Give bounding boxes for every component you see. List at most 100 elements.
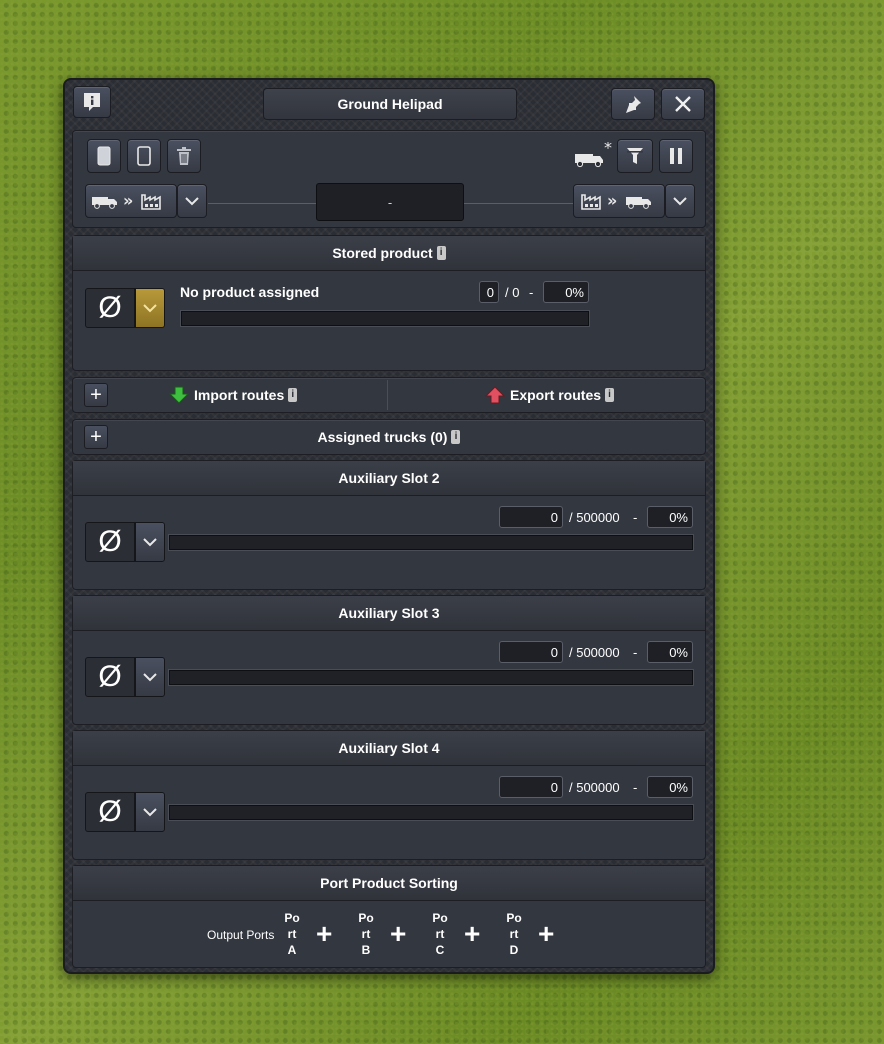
chevron-down-icon: [185, 197, 199, 206]
svg-text:»: »: [123, 191, 133, 210]
aux-amount-field[interactable]: 0: [499, 641, 563, 663]
aux-progress-bar: [169, 670, 693, 685]
port-b-label: Po rt B: [355, 910, 377, 958]
add-port-b-product-button[interactable]: +: [390, 920, 406, 948]
port-label-line: Po: [284, 911, 300, 925]
truck-settings-button[interactable]: *: [573, 139, 613, 173]
unload-mode-selector[interactable]: »: [85, 184, 177, 218]
info-bubble-icon: [84, 93, 100, 111]
chevron-down-icon: [673, 197, 687, 206]
assigned-trucks-label: Assigned trucks (0): [317, 429, 448, 445]
port-c-label: Po rt C: [429, 910, 451, 958]
aux-product-dropdown[interactable]: [135, 657, 165, 697]
port-label-line: rt: [361, 927, 371, 941]
aux-slot-4-panel: Auxiliary Slot 4 Ø 0 / 500000 - 0%: [72, 730, 706, 860]
svg-text:*: *: [604, 142, 612, 157]
chevron-down-icon: [143, 538, 157, 547]
aux-percent-field[interactable]: 0%: [647, 776, 693, 798]
no-product-icon: Ø: [98, 525, 122, 558]
info-button[interactable]: [73, 86, 111, 118]
window-title: Ground Helipad: [263, 88, 517, 120]
product-selector[interactable]: Ø: [85, 288, 135, 328]
add-port-c-product-button[interactable]: +: [464, 920, 480, 948]
delete-button[interactable]: [167, 139, 201, 173]
aux-product-selector[interactable]: Ø: [85, 792, 135, 832]
pause-button[interactable]: [659, 139, 693, 173]
port-label-line: A: [287, 943, 297, 957]
aux-capacity: / 500000: [569, 645, 620, 660]
truck-wildcard-icon: *: [575, 142, 612, 168]
filter-icon: [627, 148, 643, 164]
aux-percent-field[interactable]: 0%: [647, 506, 693, 528]
pin-icon: [626, 96, 641, 113]
aux-dash: -: [633, 510, 638, 525]
aux-amount-field[interactable]: 0: [499, 776, 563, 798]
product-dropdown[interactable]: [135, 288, 165, 328]
info-icon[interactable]: i: [451, 430, 461, 444]
port-label-line: rt: [287, 927, 297, 941]
aux-slot-title: Auxiliary Slot 3: [338, 605, 440, 621]
port-label-line: D: [509, 943, 519, 957]
load-mode-selector[interactable]: »: [573, 184, 665, 218]
port-label-line: Po: [506, 911, 522, 925]
plus-icon: +: [390, 918, 407, 949]
export-routes[interactable]: Export routes i: [485, 386, 615, 404]
unload-mode-dropdown[interactable]: [177, 184, 207, 218]
route-divider: [387, 380, 388, 410]
document-icon: [137, 146, 151, 166]
plus-icon: +: [90, 426, 102, 448]
stored-product-panel: Stored product i Ø No product assigned 0…: [72, 235, 706, 371]
aux-product-dropdown[interactable]: [135, 792, 165, 832]
info-icon[interactable]: i: [436, 246, 446, 260]
trash-icon: [177, 147, 191, 165]
load-mode-dropdown[interactable]: [665, 184, 695, 218]
import-routes[interactable]: Import routes i: [169, 386, 298, 404]
plus-icon: +: [90, 384, 102, 406]
routes-panel: + Import routes i Export routes i: [72, 377, 706, 413]
aux-amount-field[interactable]: 0: [499, 506, 563, 528]
chevron-down-icon: [143, 304, 157, 313]
aux-product-selector[interactable]: Ø: [85, 522, 135, 562]
port-sorting-title: Port Product Sorting: [320, 875, 458, 891]
stored-product-header: Stored product i: [73, 236, 705, 271]
aux-product-selector[interactable]: Ø: [85, 657, 135, 697]
no-product-icon: Ø: [98, 291, 122, 324]
add-port-d-product-button[interactable]: +: [538, 920, 554, 948]
aux-progress-bar: [169, 535, 693, 550]
filter-button[interactable]: [617, 139, 653, 173]
info-icon[interactable]: i: [605, 388, 615, 402]
aux-slot-header: Auxiliary Slot 2: [73, 461, 705, 496]
aux-slot-3-panel: Auxiliary Slot 3 Ø 0 / 500000 - 0%: [72, 595, 706, 725]
pin-button[interactable]: [611, 88, 655, 120]
factory-to-truck-icon: »: [581, 191, 651, 210]
stored-amount-field[interactable]: 0: [479, 281, 499, 303]
output-ports-label: Output Ports: [207, 928, 275, 942]
aux-capacity: / 500000: [569, 510, 620, 525]
aux-product-dropdown[interactable]: [135, 522, 165, 562]
title-bar: Ground Helipad: [65, 80, 713, 126]
portrait-view-button[interactable]: [87, 139, 121, 173]
close-button[interactable]: [661, 88, 705, 120]
aux-slot-2-panel: Auxiliary Slot 2 Ø 0 / 500000 - 0%: [72, 460, 706, 590]
aux-percent-field[interactable]: 0%: [647, 641, 693, 663]
aux-capacity: / 500000: [569, 780, 620, 795]
aux-dash: -: [633, 780, 638, 795]
status-field: -: [316, 183, 464, 221]
info-icon[interactable]: i: [288, 388, 298, 402]
add-port-a-product-button[interactable]: +: [316, 920, 332, 948]
port-label-line: rt: [509, 927, 519, 941]
port-label-line: B: [361, 943, 371, 957]
add-route-button[interactable]: +: [84, 383, 108, 407]
port-label-line: Po: [432, 911, 448, 925]
trucks-panel: + Assigned trucks (0) i: [72, 419, 706, 455]
aux-slot-title: Auxiliary Slot 4: [338, 740, 440, 756]
product-label: No product assigned: [180, 284, 320, 300]
stored-percent-field[interactable]: 0%: [543, 281, 589, 303]
chevron-down-icon: [143, 673, 157, 682]
status-text: -: [387, 194, 393, 210]
port-sorting-header: Port Product Sorting: [73, 866, 705, 901]
add-truck-button[interactable]: +: [84, 425, 108, 449]
copy-button[interactable]: [127, 139, 161, 173]
no-product-icon: Ø: [98, 660, 122, 693]
assigned-trucks: Assigned trucks (0) i: [73, 420, 705, 454]
